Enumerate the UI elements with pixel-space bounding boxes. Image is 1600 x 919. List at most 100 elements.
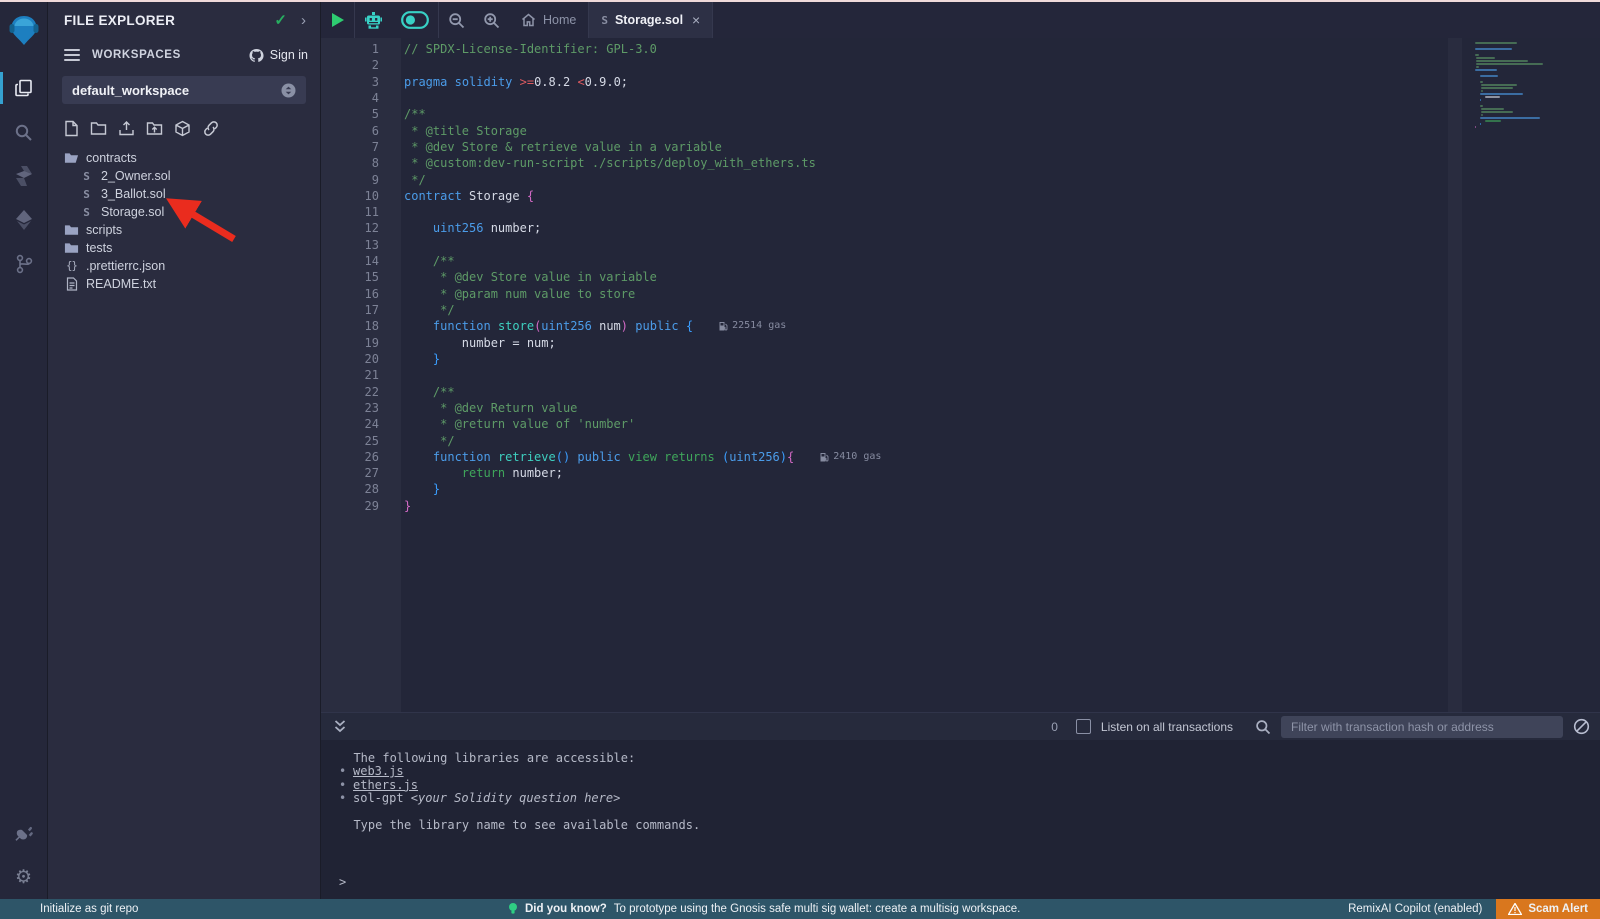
code-line: function store(uint256 num) public {2251… xyxy=(404,318,1600,334)
git-init-button[interactable]: Initialize as git repo xyxy=(40,903,138,915)
line-number: 16 xyxy=(321,286,379,302)
upload-folder-icon[interactable] xyxy=(146,121,163,136)
tree-item-label: contracts xyxy=(86,151,137,165)
tree-item-readme-txt[interactable]: README.txt xyxy=(48,275,320,293)
code-line xyxy=(404,204,1600,220)
tree-item-contracts[interactable]: contracts xyxy=(48,149,320,167)
code-line: */ xyxy=(404,302,1600,318)
tree-item-label: Storage.sol xyxy=(101,205,164,219)
transaction-filter-input[interactable] xyxy=(1281,716,1563,738)
scam-alert-button[interactable]: Scam Alert xyxy=(1496,899,1600,919)
terminal-search-icon[interactable] xyxy=(1255,719,1271,735)
code-line xyxy=(404,237,1600,253)
code-line: * @dev Store & retrieve value in a varia… xyxy=(404,139,1600,155)
load-cube-icon[interactable] xyxy=(174,120,191,137)
search-icon xyxy=(14,123,33,142)
file-tree: contracts S 2_Owner.sol S3_Ballot.sol S Stora… xyxy=(48,145,320,293)
github-sign-in-button[interactable]: Sign in xyxy=(248,48,308,63)
remix-logo-icon xyxy=(8,14,40,50)
line-number: 24 xyxy=(321,416,379,432)
upload-file-icon[interactable] xyxy=(118,120,135,137)
solidity-file-icon: S xyxy=(83,170,90,183)
tab-home[interactable]: Home xyxy=(509,2,588,38)
code-line xyxy=(404,57,1600,73)
robot-icon xyxy=(364,11,383,30)
sidebar-item-settings[interactable]: ⚙ xyxy=(0,855,48,899)
sidebar-item-file-explorer[interactable] xyxy=(0,66,48,110)
line-number: 18 xyxy=(321,318,379,334)
code-line: contract Storage { xyxy=(404,188,1600,204)
code-line: pragma solidity >=0.8.2 <0.9.0; xyxy=(404,74,1600,90)
terminal-prompt[interactable]: > xyxy=(339,876,346,889)
folder-icon xyxy=(64,224,79,236)
terminal[interactable]: The following libraries are accessible:•… xyxy=(321,740,1600,899)
tree-item-scripts[interactable]: scripts xyxy=(48,221,320,239)
tree-item-2-owner-sol[interactable]: S 2_Owner.sol xyxy=(48,167,320,185)
line-number: 12 xyxy=(321,220,379,236)
code-line: } xyxy=(404,498,1600,514)
new-folder-icon[interactable] xyxy=(90,121,107,136)
code-line: // SPDX-License-Identifier: GPL-3.0 xyxy=(404,41,1600,57)
tip-label: Did you know? xyxy=(525,903,607,915)
clear-console-icon[interactable] xyxy=(1573,718,1590,735)
workspace-menu-icon[interactable] xyxy=(64,46,80,64)
new-file-icon[interactable] xyxy=(64,120,79,137)
gas-pump-icon xyxy=(719,321,728,331)
sidebar-item-search[interactable] xyxy=(0,110,48,154)
code-line: function retrieve() public view returns … xyxy=(404,449,1600,465)
tree-item-label: scripts xyxy=(86,223,122,237)
workspace-select[interactable]: default_workspace xyxy=(62,76,306,104)
terminal-link[interactable]: ethers.js xyxy=(353,778,418,792)
tree-item-3-ballot-sol[interactable]: S3_Ballot.sol xyxy=(48,185,320,203)
sidebar-item-git[interactable] xyxy=(0,242,48,286)
toggle-icon xyxy=(401,11,429,29)
code-line xyxy=(404,367,1600,383)
editor-tabbar: Home S Storage.sol × xyxy=(321,2,1600,38)
text-file-icon xyxy=(66,277,78,291)
code-line: * @custom:dev-run-script ./scripts/deplo… xyxy=(404,155,1600,171)
workspaces-row: WORKSPACES Sign in xyxy=(48,42,320,68)
code-editor[interactable]: 1234567891011121314151617181920212223242… xyxy=(321,38,1600,712)
tree-item-label: 3_Ballot.sol xyxy=(101,187,166,201)
editor-scrollbar[interactable] xyxy=(1448,38,1462,712)
panel-collapse-chevron-icon[interactable]: › xyxy=(301,12,306,29)
tree-item-label: 2_Owner.sol xyxy=(101,169,170,183)
line-number: 26 xyxy=(321,449,379,465)
run-script-button[interactable] xyxy=(321,2,354,38)
zoom-in-button[interactable] xyxy=(474,2,509,38)
solidity-file-icon: S xyxy=(83,206,90,219)
tree-item-storage-sol[interactable]: S Storage.sol xyxy=(48,203,320,221)
line-number: 28 xyxy=(321,481,379,497)
tree-item--prettierrc-json[interactable]: {}.prettierrc.json xyxy=(48,257,320,275)
sidebar-item-deploy-run[interactable] xyxy=(0,198,48,242)
did-you-know-tip: Did you know? To prototype using the Gno… xyxy=(508,902,1020,916)
remix-logo[interactable] xyxy=(0,4,48,60)
code-line: */ xyxy=(404,433,1600,449)
sidebar-item-solidity-compiler[interactable] xyxy=(0,154,48,198)
minimap[interactable] xyxy=(1475,42,1585,129)
code-line: */ xyxy=(404,172,1600,188)
ai-copilot-button[interactable] xyxy=(355,2,392,38)
tab-close-icon[interactable]: × xyxy=(692,12,700,28)
window-top-edge xyxy=(0,0,1600,2)
link-icon[interactable] xyxy=(202,120,220,137)
listen-all-checkbox[interactable] xyxy=(1076,719,1091,734)
line-number: 5 xyxy=(321,106,379,122)
line-number: 25 xyxy=(321,433,379,449)
copilot-status[interactable]: RemixAI Copilot (enabled) xyxy=(1348,903,1482,915)
editor-area: Home S Storage.sol × 1234567891011121314… xyxy=(320,2,1600,899)
line-number: 23 xyxy=(321,400,379,416)
compile-success-check-icon[interactable]: ✓ xyxy=(274,11,287,29)
code-line: * @dev Return value xyxy=(404,400,1600,416)
sidebar-item-plugin-manager[interactable] xyxy=(0,811,48,855)
code-line: uint256 number; xyxy=(404,220,1600,236)
terminal-link[interactable]: web3.js xyxy=(353,764,404,778)
terminal-collapse-icon[interactable] xyxy=(333,719,347,734)
zoom-out-button[interactable] xyxy=(439,2,474,38)
tree-item-label: README.txt xyxy=(86,277,156,291)
sign-in-label: Sign in xyxy=(270,48,308,62)
terminal-header: 0 Listen on all transactions xyxy=(321,712,1600,740)
tree-item-tests[interactable]: tests xyxy=(48,239,320,257)
tab-storage-sol[interactable]: S Storage.sol × xyxy=(589,2,712,38)
copilot-toggle[interactable] xyxy=(392,2,438,38)
